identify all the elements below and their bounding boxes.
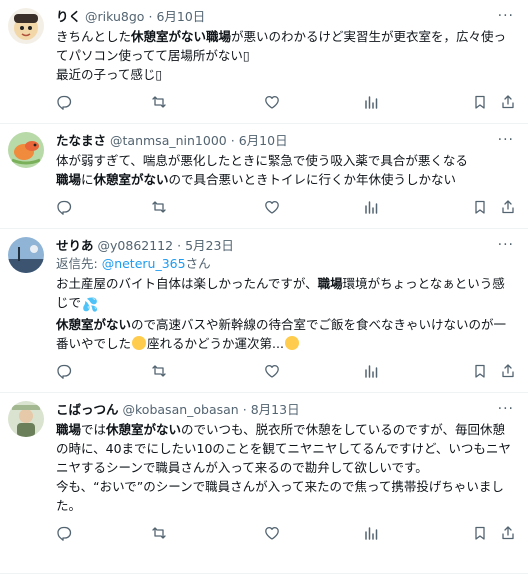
- highlighted-keyword: 休憩室がない職場: [131, 29, 232, 44]
- display-name[interactable]: りく: [56, 8, 81, 26]
- text-segment: きちんとした: [56, 29, 132, 44]
- avatar[interactable]: [8, 8, 44, 44]
- share-icon[interactable]: [500, 94, 518, 112]
- retweet-icon[interactable]: [151, 525, 169, 543]
- reply-suffix: さん: [185, 256, 211, 271]
- text-segment: では: [81, 422, 107, 437]
- highlighted-keyword: 職場: [317, 276, 343, 291]
- tweet-date[interactable]: 6月10日: [239, 132, 288, 150]
- tweet-header: たなまさ @tanmsa_nin1000 · 6月10日: [56, 132, 514, 150]
- like-heart-icon[interactable]: [264, 363, 282, 381]
- bookmark-icon[interactable]: [472, 199, 490, 217]
- tweet-header: こばっつん @kobasan_obasan · 8月13日: [56, 401, 514, 419]
- text-segment: お土産屋のバイト自体は楽しかったんですが、: [56, 276, 318, 291]
- bookmark-icon[interactable]: [472, 525, 490, 543]
- tweet[interactable]: こばっつん @kobasan_obasan · 8月13日 ··· 職場では休憩…: [0, 393, 528, 574]
- avatar[interactable]: [8, 401, 44, 437]
- drops-emoji-icon: 💦: [82, 298, 99, 313]
- like-heart-icon[interactable]: [264, 94, 282, 112]
- text-segment: 最近の子って感じ▯: [56, 67, 163, 82]
- tweet-date[interactable]: 8月13日: [251, 401, 300, 419]
- display-name[interactable]: たなまさ: [56, 132, 106, 150]
- retweet-icon[interactable]: [151, 363, 169, 381]
- tweet-date[interactable]: 6月10日: [156, 8, 205, 26]
- more-options-icon[interactable]: ···: [498, 237, 514, 253]
- tweet-text: お土産屋のバイト自体は楽しかったんですが、職場環境がちょっとなぁという感じで💦 休…: [56, 274, 514, 353]
- tweet-actions: [56, 86, 514, 118]
- display-name[interactable]: こばっつん: [56, 401, 119, 419]
- views-chart-icon[interactable]: [363, 363, 381, 381]
- more-options-icon[interactable]: ···: [498, 401, 514, 417]
- reply-icon[interactable]: [56, 363, 74, 381]
- tweet[interactable]: りく @riku8go · 6月10日 ··· きちんとした休憩室がない職場が悪…: [0, 0, 528, 124]
- tweet-text: きちんとした休憩室がない職場が悪いのわかるけど実習生が更衣室を，広々使ってパソコ…: [56, 27, 514, 84]
- tweet-actions: [56, 517, 514, 549]
- highlighted-keyword: 職場: [56, 172, 82, 187]
- separator-dot: ·: [230, 133, 235, 148]
- text-segment: ので具合悪いときトイレに行くか年休使うしかない: [168, 172, 457, 187]
- like-heart-icon[interactable]: [264, 199, 282, 217]
- user-handle[interactable]: @riku8go: [85, 8, 144, 26]
- tweet-actions: [56, 355, 514, 387]
- separator-dot: ·: [148, 9, 153, 24]
- user-handle[interactable]: @kobasan_obasan: [123, 401, 239, 419]
- tweet-header: りく @riku8go · 6月10日: [56, 8, 514, 26]
- bookmark-icon[interactable]: [472, 363, 490, 381]
- separator-dot: ·: [242, 402, 247, 417]
- highlighted-keyword: 休憩室がない: [93, 172, 169, 187]
- retweet-icon[interactable]: [151, 199, 169, 217]
- avatar[interactable]: [8, 237, 44, 273]
- tweet[interactable]: たなまさ @tanmsa_nin1000 · 6月10日 ··· 体が弱すぎて、…: [0, 124, 528, 229]
- tweet[interactable]: せりあ @y0862112 · 5月23日 ··· 返信先: @neteru_3…: [0, 229, 528, 393]
- reply-icon[interactable]: [56, 199, 74, 217]
- display-name[interactable]: せりあ: [56, 237, 94, 255]
- more-options-icon[interactable]: ···: [498, 132, 514, 148]
- tweet-date[interactable]: 5月23日: [185, 237, 234, 255]
- tweet-text: 体が弱すぎて、喘息が悪化したときに緊急で使う吸入薬で具合が悪くなる 職場に休憩室が…: [56, 151, 514, 189]
- highlighted-keyword: 休憩室がない: [106, 422, 182, 437]
- text-segment: 体が弱すぎて、喘息が悪化したときに緊急で使う吸入薬で具合が悪くなる: [56, 153, 468, 168]
- share-icon[interactable]: [500, 363, 518, 381]
- like-heart-icon[interactable]: [264, 525, 282, 543]
- reply-prefix: 返信先:: [56, 256, 102, 271]
- highlighted-keyword: 職場: [56, 422, 82, 437]
- views-chart-icon[interactable]: [363, 94, 381, 112]
- tweet-header: せりあ @y0862112 · 5月23日: [56, 237, 514, 255]
- user-handle[interactable]: @y0862112: [98, 237, 174, 255]
- highlighted-keyword: 休憩室がない: [56, 317, 132, 332]
- text-segment: に: [81, 172, 94, 187]
- share-icon[interactable]: [500, 199, 518, 217]
- share-icon[interactable]: [500, 525, 518, 543]
- user-handle[interactable]: @tanmsa_nin1000: [110, 132, 227, 150]
- reply-icon[interactable]: [56, 525, 74, 543]
- more-options-icon[interactable]: ···: [498, 8, 514, 24]
- reply-mention-link[interactable]: @neteru_365: [102, 256, 186, 271]
- cry-emoji-icon: [132, 336, 147, 350]
- reply-context: 返信先: @neteru_365さん: [56, 255, 514, 273]
- views-chart-icon[interactable]: [363, 525, 381, 543]
- bookmark-icon[interactable]: [472, 94, 490, 112]
- reply-icon[interactable]: [56, 94, 74, 112]
- views-chart-icon[interactable]: [363, 199, 381, 217]
- retweet-icon[interactable]: [151, 94, 169, 112]
- tweet-feed: りく @riku8go · 6月10日 ··· きちんとした休憩室がない職場が悪…: [0, 0, 528, 574]
- avatar[interactable]: [8, 132, 44, 168]
- smile-emoji-icon: [284, 336, 299, 350]
- text-segment: 今も、“おいで”のシーンで職員さんが入って来たので焦って携帯投げちゃいました。: [56, 479, 504, 513]
- tweet-actions: [56, 191, 514, 223]
- tweet-text: 職場では休憩室がないのでいつも、脱衣所で休憩をしているのですが、毎回休憩の時に、…: [56, 420, 514, 515]
- separator-dot: ·: [177, 238, 182, 253]
- text-segment: 座れるかどうか運次第...: [147, 336, 284, 351]
